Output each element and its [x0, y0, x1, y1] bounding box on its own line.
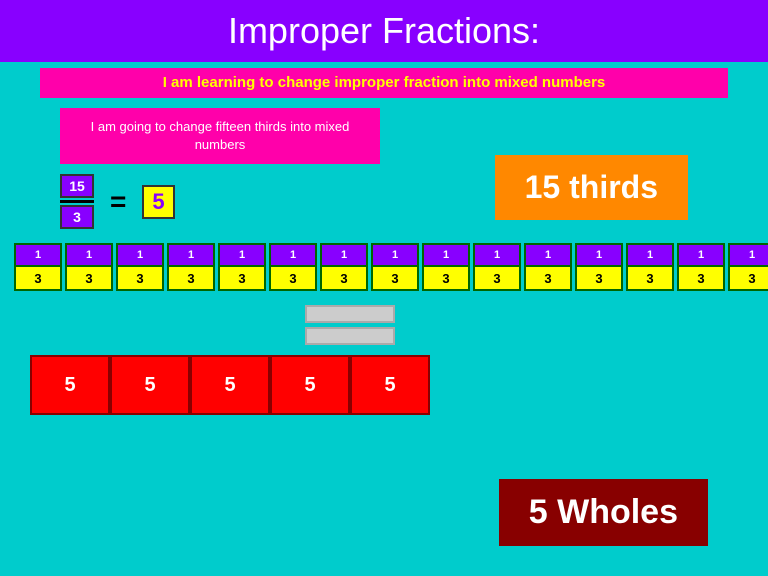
tile-numerator-6: 1 [271, 245, 315, 267]
wholes-boxes: 55555 [30, 355, 430, 415]
numerator: 15 [60, 174, 94, 198]
tile-denominator-10: 3 [475, 267, 519, 289]
tile-numerator-15: 1 [730, 245, 768, 267]
page-title: Improper Fractions: [0, 10, 768, 52]
tile-11: 13 [524, 243, 572, 291]
tile-denominator-1: 3 [16, 267, 60, 289]
tile-9: 13 [422, 243, 470, 291]
whole-box-5: 5 [350, 355, 430, 415]
tile-denominator-8: 3 [373, 267, 417, 289]
eq-line-top [305, 305, 395, 323]
subtitle-bar: I am learning to change improper fractio… [40, 68, 728, 98]
tile-denominator-5: 3 [220, 267, 264, 289]
tile-numerator-11: 1 [526, 245, 570, 267]
tile-1: 13 [14, 243, 62, 291]
tile-numerator-13: 1 [628, 245, 672, 267]
tile-4: 13 [167, 243, 215, 291]
tile-numerator-12: 1 [577, 245, 621, 267]
tile-12: 13 [575, 243, 623, 291]
tile-denominator-13: 3 [628, 267, 672, 289]
tile-denominator-4: 3 [169, 267, 213, 289]
whole-box-2: 5 [110, 355, 190, 415]
tile-numerator-4: 1 [169, 245, 213, 267]
header: Improper Fractions: [0, 0, 768, 62]
tile-numerator-14: 1 [679, 245, 723, 267]
tiles-strip: 131313131313131313131313131313 [10, 239, 758, 295]
tile-denominator-7: 3 [322, 267, 366, 289]
fraction-line [60, 200, 94, 203]
tile-7: 13 [320, 243, 368, 291]
tile-numerator-2: 1 [67, 245, 111, 267]
tile-denominator-3: 3 [118, 267, 162, 289]
tile-denominator-12: 3 [577, 267, 621, 289]
tile-denominator-11: 3 [526, 267, 570, 289]
subtitle-text: I am learning to change improper fractio… [163, 74, 606, 91]
tile-numerator-7: 1 [322, 245, 366, 267]
whole-box-3: 5 [190, 355, 270, 415]
denominator: 3 [60, 205, 94, 229]
wholes-label: 5 Wholes [499, 479, 708, 546]
learning-box: I am going to change fifteen thirds into… [60, 108, 380, 164]
tile-5: 13 [218, 243, 266, 291]
tile-14: 13 [677, 243, 725, 291]
thirds-label: 15 thirds [495, 155, 688, 220]
wholes-row: 55555 [30, 355, 738, 415]
tile-3: 13 [116, 243, 164, 291]
fraction-display: 15 3 [60, 174, 94, 229]
tile-denominator-9: 3 [424, 267, 468, 289]
tile-denominator-2: 3 [67, 267, 111, 289]
tile-numerator-9: 1 [424, 245, 468, 267]
tile-numerator-3: 1 [118, 245, 162, 267]
whole-box-4: 5 [270, 355, 350, 415]
tile-denominator-15: 3 [730, 267, 768, 289]
eq-line-bottom [305, 327, 395, 345]
tile-10: 13 [473, 243, 521, 291]
equals-graphic [300, 305, 400, 345]
equals-sign: = [110, 186, 126, 218]
tile-numerator-1: 1 [16, 245, 60, 267]
tile-13: 13 [626, 243, 674, 291]
tile-denominator-6: 3 [271, 267, 315, 289]
tile-2: 13 [65, 243, 113, 291]
tile-numerator-8: 1 [373, 245, 417, 267]
tile-8: 13 [371, 243, 419, 291]
whole-box-1: 5 [30, 355, 110, 415]
tile-numerator-10: 1 [475, 245, 519, 267]
tile-numerator-5: 1 [220, 245, 264, 267]
learning-text: I am going to change fifteen thirds into… [91, 119, 350, 152]
tile-15: 13 [728, 243, 768, 291]
tile-6: 13 [269, 243, 317, 291]
tile-denominator-14: 3 [679, 267, 723, 289]
result-value: 5 [142, 185, 174, 219]
